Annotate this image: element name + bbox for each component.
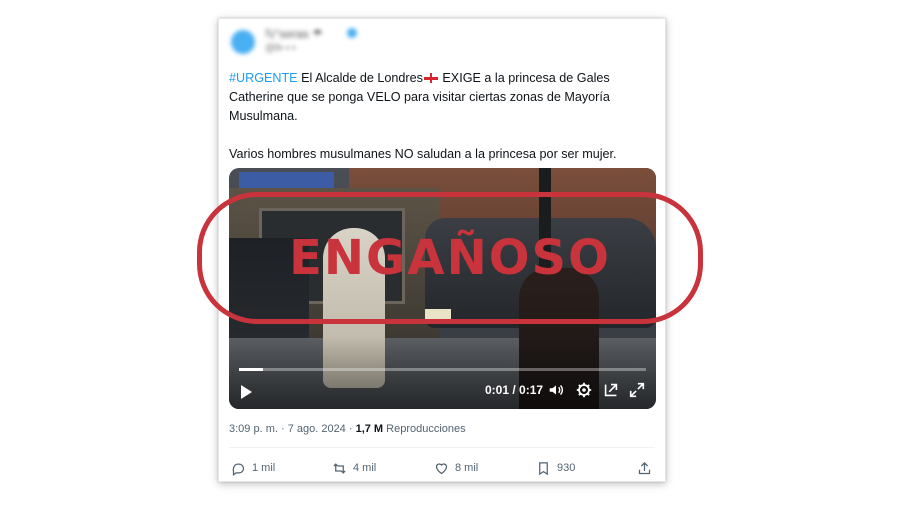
bookmark-button[interactable]: 930: [536, 459, 575, 477]
author-name[interactable]: ℕ°seras ☂: [265, 27, 323, 41]
author-handle[interactable]: @ll▪︎ ▪︎ ▪︎: [265, 43, 296, 54]
share-icon: [638, 461, 651, 474]
england-flag-icon: [423, 73, 438, 83]
reply-icon: [232, 463, 245, 476]
views-count: 1,7 M: [355, 423, 384, 435]
reply-button[interactable]: 1 mil: [231, 459, 275, 477]
share-button[interactable]: [637, 459, 652, 477]
tweet-text-part: EXIGE a la princesa de Gales: [442, 71, 610, 85]
repost-button[interactable]: 4 mil: [332, 459, 376, 477]
verified-badge-icon: [347, 28, 357, 38]
avatar[interactable]: [231, 30, 255, 54]
video-time: 0:01 / 0:17: [485, 383, 544, 397]
like-icon: [435, 462, 448, 474]
reply-count: 1 mil: [252, 462, 276, 474]
hashtag-link[interactable]: #URGENTE: [229, 71, 298, 85]
misleading-stamp: ENGAÑOSO: [197, 192, 703, 324]
settings-icon[interactable]: [574, 381, 594, 401]
action-bar: 1 mil 4 mil 8 mil 930: [219, 459, 665, 479]
video-progress-track[interactable]: [239, 368, 646, 371]
video-progress-fill: [239, 368, 263, 371]
divider: [229, 447, 655, 448]
pip-icon[interactable]: [601, 381, 621, 401]
repost-count: 4 mil: [353, 462, 377, 474]
tweet-text: #URGENTE El Alcalde de Londres EXIGE a l…: [229, 69, 649, 164]
tweet-text-part: Musulmana.: [229, 109, 298, 123]
tweet-text-part: Catherine que se ponga VELO para visitar…: [229, 90, 610, 104]
bookmark-icon: [539, 461, 548, 475]
like-button[interactable]: 8 mil: [434, 459, 478, 477]
tweet-paragraph: Varios hombres musulmanes NO saludan a l…: [229, 147, 617, 161]
repost-icon: [333, 462, 346, 474]
fullscreen-icon[interactable]: [627, 381, 647, 401]
views-label: Reproducciones: [383, 423, 466, 435]
bookmark-count: 930: [557, 462, 576, 474]
like-count: 8 mil: [455, 462, 479, 474]
timestamp[interactable]: 3:09 p. m. · 7 ago. 2024 ·: [229, 423, 356, 435]
play-icon[interactable]: [241, 385, 252, 399]
volume-icon[interactable]: [546, 381, 566, 401]
misleading-stamp-label: ENGAÑOSO: [289, 230, 611, 286]
tweet-text-part: El Alcalde de Londres: [301, 71, 423, 85]
tweet-meta: 3:09 p. m. · 7 ago. 2024 · 1,7 M Reprodu…: [229, 423, 466, 435]
